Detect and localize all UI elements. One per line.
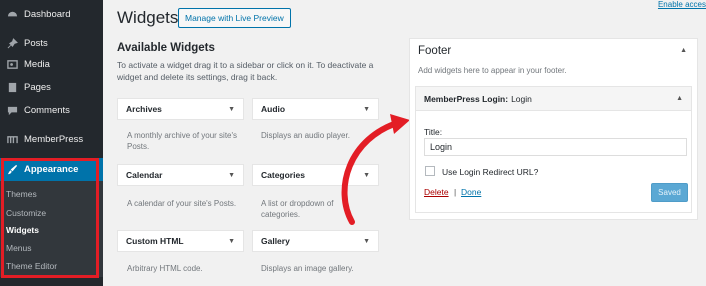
menu-item-posts[interactable]: Posts [0,32,103,54]
menu-label: MemberPress [24,133,84,145]
comment-icon [5,104,19,116]
red-arrow-annotation [341,114,410,225]
widget-title: Archives [126,104,162,114]
admin-sidebar: Dashboard Posts Media Pages Comments Mem… [0,0,103,286]
menu-label: Posts [24,37,48,49]
widget-description: A calendar of your site's Posts. [127,199,237,208]
widget-calendar[interactable]: Calendar ▼ [117,164,244,186]
memberpress-login-widget: MemberPress Login: Login ▲ Title: Use Lo… [415,86,692,213]
widget-description: Arbitrary HTML code. [127,264,203,273]
widget-header[interactable]: MemberPress Login: Login ▲ [416,87,691,111]
menu-item-dashboard[interactable]: Dashboard [0,3,103,25]
caret-up-icon[interactable]: ▲ [680,47,687,54]
link-separator: | [454,187,457,197]
available-widgets-description: To activate a widget drag it to a sideba… [117,60,374,82]
menu-item-media[interactable]: Media [0,53,103,75]
footer-description: Add widgets here to appear in your foote… [418,66,567,75]
caret-down-icon[interactable]: ▼ [363,238,370,245]
available-widgets-title: Available Widgets [117,42,215,54]
pin-icon [5,37,19,49]
page-title: Widgets [117,8,179,27]
menu-item-pages[interactable]: Pages [0,76,103,98]
menu-label: Comments [24,104,70,116]
red-highlight-box [1,158,99,278]
caret-down-icon[interactable]: ▼ [228,172,235,179]
dashboard-icon [5,8,19,20]
menu-item-comments[interactable]: Comments [0,99,103,121]
widget-gallery[interactable]: Gallery ▼ [252,230,379,252]
media-icon [5,58,19,70]
caret-down-icon[interactable]: ▼ [228,106,235,113]
caret-up-icon[interactable]: ▲ [676,95,683,102]
widget-title: Calendar [126,170,163,180]
widget-description: Displays an image gallery. [261,264,354,273]
widget-title: Custom HTML [126,236,184,246]
footer-title: Footer [418,45,452,57]
widget-description: A monthly archive of your site's Posts. [127,131,238,151]
page-icon [5,81,19,93]
widget-name: MemberPress Login: [424,93,509,104]
login-redirect-checkbox[interactable] [425,166,435,176]
widget-title: Gallery [261,236,290,246]
title-input[interactable] [424,138,687,156]
widget-subtitle: Login [511,93,532,104]
widget-title: Audio [261,104,286,114]
done-link[interactable]: Done [461,187,481,197]
enable-accessibility-link[interactable]: Enable acces [658,0,706,9]
delete-link[interactable]: Delete [424,187,449,197]
caret-down-icon[interactable]: ▼ [228,238,235,245]
footer-sidebar-panel: Footer ▲ Add widgets here to appear in y… [409,38,698,220]
widget-archives[interactable]: Archives ▼ [117,98,244,120]
login-redirect-label: Use Login Redirect URL? [442,167,539,177]
menu-label: Pages [24,81,51,93]
memberpress-icon [5,133,19,145]
saved-button[interactable]: Saved [651,183,688,202]
manage-live-preview-button[interactable]: Manage with Live Preview [178,8,291,28]
menu-item-memberpress[interactable]: MemberPress [0,128,103,150]
widget-custom-html[interactable]: Custom HTML ▼ [117,230,244,252]
title-field-label: Title: [424,127,443,137]
widget-title: Categories [261,170,305,180]
menu-label: Media [24,58,50,70]
menu-label: Dashboard [24,8,71,20]
